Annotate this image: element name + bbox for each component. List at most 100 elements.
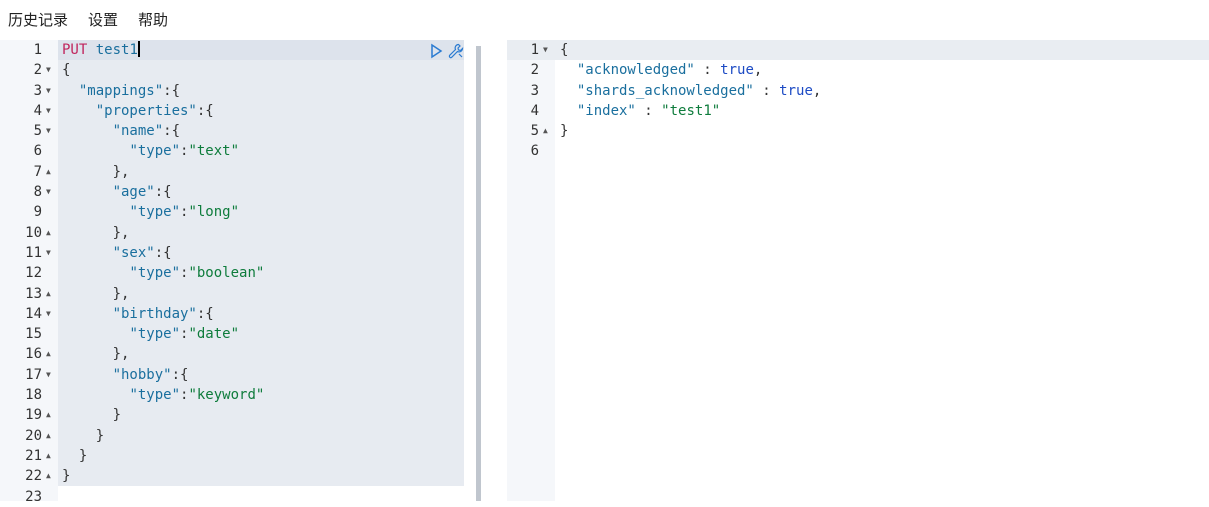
code-token: :{: [154, 244, 172, 261]
line-number: 15: [25, 326, 42, 343]
line-number: 20: [25, 427, 42, 444]
request-line: 3 ▼ "mappings":{: [0, 81, 470, 101]
fold-arrow-icon[interactable]: ▼: [46, 182, 51, 202]
unfold-arrow-icon[interactable]: ▲: [46, 446, 51, 466]
unfold-arrow-icon[interactable]: ▲: [46, 344, 51, 364]
fold-arrow-icon[interactable]: ▼: [46, 243, 51, 263]
fold-arrow-icon[interactable]: ▼: [46, 121, 51, 141]
fold-arrow-icon[interactable]: ▼: [543, 40, 548, 60]
fold-arrow-icon[interactable]: ▼: [46, 365, 51, 385]
line-number: 14: [25, 305, 42, 322]
code-text: "hobby":{: [62, 365, 189, 385]
response-viewer[interactable]: 1 ▼{2 "acknowledged" : true, 3 "shards_ack…: [507, 40, 1209, 501]
fold-arrow-icon[interactable]: ▼: [46, 81, 51, 101]
code-token: "acknowledged": [576, 62, 695, 79]
code-token: }: [62, 427, 105, 444]
unfold-arrow-icon[interactable]: ▲: [46, 284, 51, 304]
request-line: 8 ▼ "age":{: [0, 182, 470, 202]
code-text: }: [62, 426, 104, 446]
line-number: 7: [33, 163, 42, 180]
code-token: :{: [196, 305, 214, 322]
code-token: true: [779, 82, 813, 99]
code-token: :{: [196, 102, 214, 119]
code-text: }: [62, 466, 70, 486]
code-token: ,: [812, 82, 822, 99]
code-token: "birthday": [112, 305, 197, 322]
line-number: 22: [25, 468, 42, 485]
request-lines: 1 PUT test1 2 ▼{3 ▼ "mappings":{4 ▼ "properti…: [0, 40, 470, 507]
unfold-arrow-icon[interactable]: ▲: [543, 121, 548, 141]
code-token: {: [560, 42, 569, 58]
code-text: "properties":{: [62, 101, 214, 121]
code-text: },: [62, 162, 130, 182]
code-token: },: [62, 163, 130, 180]
line-number: 4: [530, 102, 539, 119]
unfold-arrow-icon[interactable]: ▲: [46, 162, 51, 182]
request-line: 14 ▼ "birthday":{: [0, 304, 470, 324]
line-number: 19: [25, 407, 42, 424]
line-number: 9: [33, 204, 42, 221]
request-line: 15 "type":"date": [0, 324, 470, 344]
code-text: "index" : "test1": [560, 101, 720, 121]
code-text: "age":{: [62, 182, 172, 202]
code-token: :: [635, 102, 662, 119]
line-number: 8: [33, 184, 42, 201]
request-line: 21 ▲ }: [0, 446, 470, 466]
request-line: 12 "type":"boolean": [0, 263, 470, 283]
code-token: }: [62, 447, 88, 464]
code-text: "type":"text": [62, 141, 239, 161]
code-token: "test1": [661, 102, 721, 119]
code-token: "type": [129, 204, 181, 221]
line-number: 10: [25, 224, 42, 241]
code-text: {: [560, 40, 568, 60]
code-token: "long": [188, 204, 240, 221]
code-text: "type":"keyword": [62, 385, 264, 405]
code-text: "name":{: [62, 121, 180, 141]
code-token: {: [62, 62, 71, 79]
unfold-arrow-icon[interactable]: ▲: [46, 223, 51, 243]
code-token: "type": [129, 387, 181, 404]
menu-help[interactable]: 帮助: [138, 9, 168, 30]
code-text: "type":"boolean": [62, 263, 264, 283]
request-line: 22 ▲}: [0, 466, 470, 486]
unfold-arrow-icon[interactable]: ▲: [46, 466, 51, 486]
fold-arrow-icon[interactable]: ▼: [46, 101, 51, 121]
code-text: PUT test1: [62, 40, 140, 60]
line-number: 11: [25, 244, 42, 261]
request-line: 1 PUT test1: [0, 40, 470, 60]
fold-arrow-icon[interactable]: ▼: [46, 60, 51, 80]
menu-history[interactable]: 历史记录: [8, 9, 68, 30]
code-text: },: [62, 344, 130, 364]
play-icon[interactable]: [428, 43, 444, 59]
code-text: "type":"long": [62, 202, 239, 222]
request-editor[interactable]: 1 PUT test1 2 ▼{3 ▼ "mappings":{4 ▼ "properti…: [0, 40, 470, 505]
fold-arrow-icon[interactable]: ▼: [46, 304, 51, 324]
unfold-arrow-icon[interactable]: ▲: [46, 426, 51, 446]
code-text: "birthday":{: [62, 304, 214, 324]
code-token: :{: [163, 82, 181, 99]
line-number: 18: [25, 387, 42, 404]
code-token: :{: [171, 366, 189, 383]
http-method: PUT: [62, 42, 88, 58]
request-actions: [428, 43, 464, 59]
wrench-icon[interactable]: [448, 43, 464, 59]
code-token: "hobby": [112, 366, 172, 383]
request-line: 9 "type":"long": [0, 202, 470, 222]
code-token: }: [62, 468, 71, 485]
unfold-arrow-icon[interactable]: ▲: [46, 405, 51, 425]
menu-settings[interactable]: 设置: [88, 9, 118, 30]
code-token: "type": [129, 143, 181, 160]
code-token: }: [560, 123, 569, 140]
code-text: "sex":{: [62, 243, 172, 263]
line-number: 1: [33, 42, 42, 58]
